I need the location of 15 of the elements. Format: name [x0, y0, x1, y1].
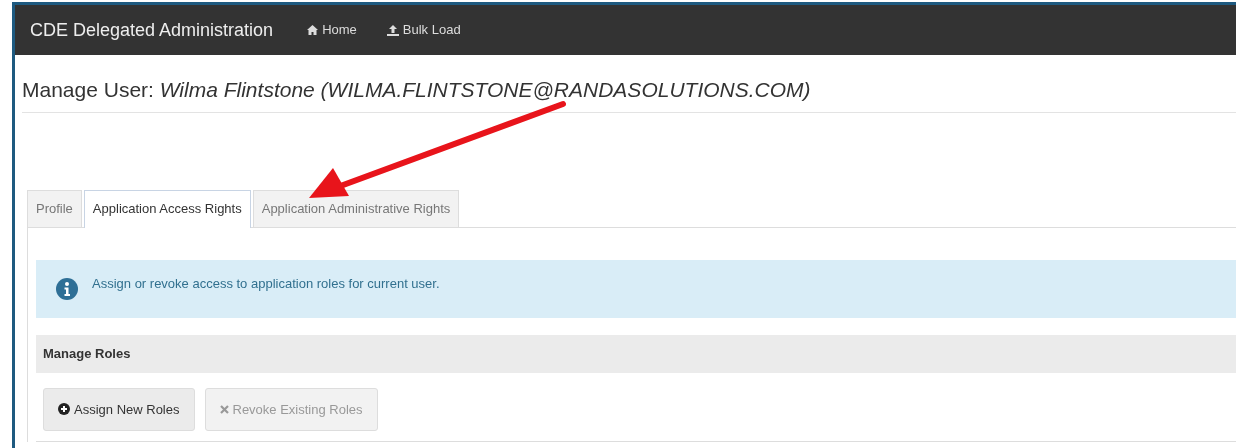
panel-title: Manage Roles — [43, 344, 131, 363]
tab[interactable]: Application Administrative Rights — [252, 190, 460, 227]
upload-icon — [386, 24, 399, 36]
info-icon — [56, 277, 78, 300]
page-title: Manage User: Wilma Flintstone (WILMA.FLINTSTONE@RANDASOLUTIONS.COM) — [22, 77, 812, 103]
plus-circle-icon — [58, 403, 70, 416]
brand-title[interactable]: CDE Delegated Administration — [30, 16, 274, 44]
home-icon — [307, 25, 319, 35]
nav-link[interactable]: Home — [307, 20, 357, 40]
close-icon — [219, 404, 229, 414]
nav-link[interactable]: Bulk Load — [386, 20, 461, 40]
alert-text: Assign or revoke access to application roles for current user. — [92, 274, 440, 293]
tab[interactable]: Profile — [27, 190, 82, 227]
tab[interactable]: Application Access Rights — [83, 190, 251, 228]
assign-button[interactable]: Assign New Roles — [43, 387, 195, 432]
